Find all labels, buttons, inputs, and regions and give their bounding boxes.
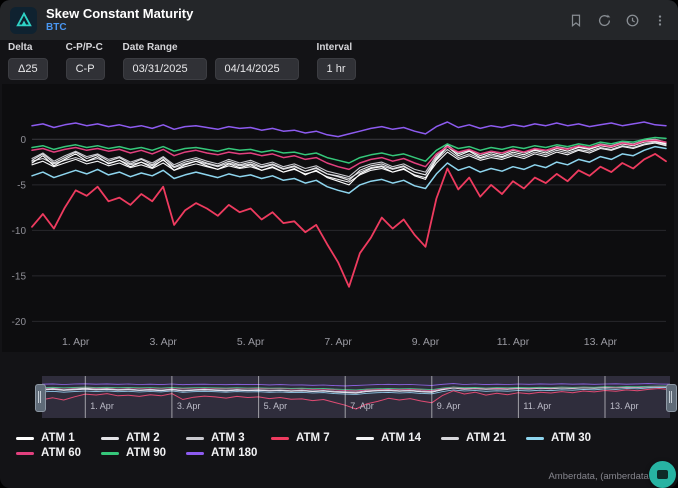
y-axis-tick-label: -15 (12, 271, 27, 282)
navigator-left-handle[interactable] (35, 384, 46, 412)
legend-item-atm-7[interactable]: ATM 7 (271, 432, 356, 444)
legend-label: ATM 14 (381, 432, 421, 444)
x-axis-tick-label: 3. Apr (149, 336, 177, 348)
skew-chart-canvas[interactable]: 0 -5 -10 -15 -20 1. Apr 3. Apr 5. Apr 7. Apr 9. A… (2, 84, 674, 352)
y-axis-tick-label: -20 (12, 317, 27, 328)
cp-pc-control: C-P/P-C C-P (66, 42, 105, 80)
legend-row: ATM 1 ATM 2 ATM 3 ATM 7 ATM 14 ATM 21 ATM 30 (16, 432, 662, 444)
x-axis-tick-label: 5. Apr (237, 336, 265, 348)
amberdata-logo-icon[interactable] (10, 7, 37, 34)
chat-widget-button[interactable] (649, 461, 676, 488)
legend-label: ATM 7 (296, 432, 330, 444)
y-axis-tick-label: -5 (17, 180, 26, 191)
navigator-tick-label: 13. Apr (610, 401, 639, 411)
asset-label[interactable]: BTC (46, 22, 193, 34)
legend-label: ATM 60 (41, 447, 81, 459)
header-icon-bar (568, 12, 668, 28)
legend-label: ATM 1 (41, 432, 75, 444)
date-range-label: Date Range (123, 42, 299, 53)
legend-dash-icon (356, 437, 374, 440)
page-title: Skew Constant Maturity (46, 7, 193, 22)
delta-label: Delta (8, 42, 48, 53)
legend-dash-icon (101, 452, 119, 455)
interval-label: Interval (317, 42, 356, 53)
legend-dash-icon (16, 437, 34, 440)
legend-dash-icon (271, 437, 289, 440)
navigator-tick-label: 1. Apr (90, 401, 114, 411)
legend-label: ATM 2 (126, 432, 160, 444)
legend-dash-icon (186, 452, 204, 455)
x-axis-tick-label: 9. Apr (412, 336, 440, 348)
legend-label: ATM 30 (551, 432, 591, 444)
legend-dash-icon (526, 437, 544, 440)
legend-item-atm-21[interactable]: ATM 21 (441, 432, 526, 444)
legend: ATM 1ATM 2ATM 3ATM 7ATM 14ATM 21ATM 30AT… (16, 432, 662, 462)
navigator-selection-mask (42, 376, 670, 418)
legend-item-atm-2[interactable]: ATM 2 (101, 432, 186, 444)
navigator-tick-label: 9. Apr (437, 401, 461, 411)
legend-label: ATM 3 (211, 432, 245, 444)
kebab-menu-icon[interactable] (652, 12, 668, 28)
range-navigator[interactable]: 1. Apr 3. Apr 5. Apr 7. Apr 9. Apr 11. Apr 13.… (42, 376, 670, 418)
start-date-input[interactable]: 03/31/2025 (123, 58, 207, 80)
x-axis-tick-label: 7. Apr (324, 336, 352, 348)
app-window: Skew Constant Maturity BTC Delta Δ25 C-P… (0, 0, 678, 488)
cp-pc-select[interactable]: C-P (66, 58, 105, 80)
interval-control: Interval 1 hr (317, 42, 356, 80)
delta-select[interactable]: Δ25 (8, 58, 48, 80)
legend-dash-icon (16, 452, 34, 455)
title-block: Skew Constant Maturity BTC (46, 7, 193, 33)
date-range-control: Date Range 03/31/2025 04/14/2025 (123, 42, 299, 80)
legend-label: ATM 180 (211, 447, 257, 459)
y-axis-tick-label: 0 (20, 135, 26, 146)
navigator-canvas[interactable]: 1. Apr 3. Apr 5. Apr 7. Apr 9. Apr 11. Apr 13.… (42, 376, 670, 418)
main-chart[interactable]: 0 -5 -10 -15 -20 1. Apr 3. Apr 5. Apr 7. Apr 9. A… (2, 84, 674, 352)
refresh-icon[interactable] (596, 12, 612, 28)
y-axis-tick-label: -10 (12, 226, 27, 237)
legend-dash-icon (441, 437, 459, 440)
delta-control: Delta Δ25 (8, 42, 48, 80)
legend-dash-icon (101, 437, 119, 440)
legend-dash-icon (186, 437, 204, 440)
header: Skew Constant Maturity BTC (0, 0, 678, 40)
x-axis-tick-label: 13. Apr (584, 336, 618, 348)
navigator-right-handle[interactable] (666, 384, 677, 412)
legend-item-atm-180[interactable]: ATM 180 (186, 447, 271, 459)
legend-row: ATM 60 ATM 90 ATM 180 (16, 447, 662, 459)
legend-item-atm-30[interactable]: ATM 30 (526, 432, 611, 444)
legend-item-atm-60[interactable]: ATM 60 (16, 447, 101, 459)
controls-bar: Delta Δ25 C-P/P-C C-P Date Range 03/31/2… (8, 42, 670, 80)
bookmark-icon[interactable] (568, 12, 584, 28)
legend-item-atm-90[interactable]: ATM 90 (101, 447, 186, 459)
legend-item-atm-1[interactable]: ATM 1 (16, 432, 101, 444)
legend-label: ATM 21 (466, 432, 506, 444)
attribution: Amberdata, (amberdata.io) (548, 471, 662, 482)
legend-item-atm-3[interactable]: ATM 3 (186, 432, 271, 444)
logo-triangle-icon (15, 11, 33, 29)
history-icon[interactable] (624, 12, 640, 28)
x-axis-tick-label: 11. Apr (497, 336, 530, 348)
interval-select[interactable]: 1 hr (317, 58, 356, 80)
cp-pc-label: C-P/P-C (66, 42, 105, 53)
chat-bubble-icon (657, 470, 668, 479)
legend-label: ATM 90 (126, 447, 166, 459)
end-date-input[interactable]: 04/14/2025 (215, 58, 299, 80)
navigator-tick-label: 5. Apr (264, 401, 288, 411)
x-axis-tick-label: 1. Apr (62, 336, 90, 348)
navigator-tick-label: 3. Apr (177, 401, 201, 411)
legend-item-atm-14[interactable]: ATM 14 (356, 432, 441, 444)
navigator-tick-label: 11. Apr (523, 401, 551, 411)
navigator-tick-label: 7. Apr (350, 401, 374, 411)
